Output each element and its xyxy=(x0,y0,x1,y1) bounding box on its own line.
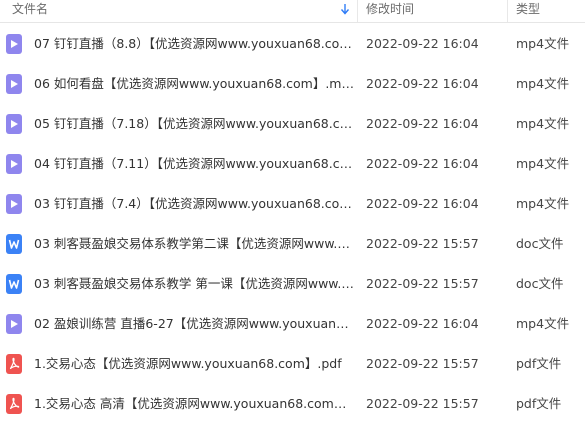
file-row[interactable]: 1.交易心态【优选资源网www.youxuan68.com】.pdf 2022-… xyxy=(0,344,585,384)
file-row[interactable]: 05 钉钉直播（7.18）【优选资源网www.youxuan68.com】.mp… xyxy=(0,104,585,144)
file-modified-date: 2022-09-22 15:57 xyxy=(366,396,479,411)
file-type: mp4文件 xyxy=(516,116,570,131)
file-row[interactable]: 03 钉钉直播（7.4）【优选资源网www.youxuan68.com】.mp4… xyxy=(0,184,585,224)
file-name: 04 钉钉直播（7.11）【优选资源网www.youxuan68.com】.mp… xyxy=(34,156,354,171)
column-divider[interactable] xyxy=(507,0,508,22)
file-type: mp4文件 xyxy=(516,316,570,331)
file-row[interactable]: 07 钉钉直播（8.8）【优选资源网www.youxuan68.com】.mp4… xyxy=(0,24,585,64)
file-type: mp4文件 xyxy=(516,196,570,211)
word-file-icon xyxy=(6,234,22,254)
file-modified-date: 2022-09-22 16:04 xyxy=(366,76,479,91)
file-type: doc文件 xyxy=(516,236,564,251)
file-row[interactable]: 1.交易心态 高清【优选资源网www.youxuan68.com】.pdf 20… xyxy=(0,384,585,424)
file-modified-date: 2022-09-22 15:57 xyxy=(366,276,479,291)
file-name: 07 钉钉直播（8.8）【优选资源网www.youxuan68.com】.mp4 xyxy=(34,36,354,51)
video-file-icon xyxy=(6,74,22,94)
column-header-date[interactable]: 修改时间 xyxy=(366,0,496,22)
file-modified-date: 2022-09-22 15:57 xyxy=(366,356,479,371)
file-type: mp4文件 xyxy=(516,36,570,51)
video-file-icon xyxy=(6,34,22,54)
column-header-type[interactable]: 类型 xyxy=(516,0,576,22)
column-header: 文件名 修改时间 类型 xyxy=(0,0,585,23)
file-modified-date: 2022-09-22 16:04 xyxy=(366,316,479,331)
file-type: mp4文件 xyxy=(516,156,570,171)
file-modified-date: 2022-09-22 16:04 xyxy=(366,156,479,171)
pdf-file-icon xyxy=(6,354,22,374)
column-divider[interactable] xyxy=(357,0,358,22)
file-modified-date: 2022-09-22 16:04 xyxy=(366,36,479,51)
file-row[interactable]: 02 盈娘训练营 直播6-27【优选资源网www.youxuan68.com】.… xyxy=(0,304,585,344)
file-name: 03 钉钉直播（7.4）【优选资源网www.youxuan68.com】.mp4 xyxy=(34,196,354,211)
word-file-icon xyxy=(6,274,22,294)
file-modified-date: 2022-09-22 15:57 xyxy=(366,236,479,251)
file-name: 03 刺客聂盈娘交易体系教学第二课【优选资源网www.youxuan68.com… xyxy=(34,236,354,251)
video-file-icon xyxy=(6,314,22,334)
arrow-down-icon[interactable] xyxy=(339,0,351,18)
video-file-icon xyxy=(6,194,22,214)
file-name: 03 刺客聂盈娘交易体系教学 第一课【优选资源网www.youxuan68.co… xyxy=(34,276,354,291)
file-name: 05 钉钉直播（7.18）【优选资源网www.youxuan68.com】.mp… xyxy=(34,116,354,131)
file-name: 02 盈娘训练营 直播6-27【优选资源网www.youxuan68.com】.… xyxy=(34,316,354,331)
file-name: 1.交易心态【优选资源网www.youxuan68.com】.pdf xyxy=(34,356,342,371)
file-row[interactable]: 03 刺客聂盈娘交易体系教学 第一课【优选资源网www.youxuan68.co… xyxy=(0,264,585,304)
video-file-icon xyxy=(6,114,22,134)
file-list: 07 钉钉直播（8.8）【优选资源网www.youxuan68.com】.mp4… xyxy=(0,24,585,424)
column-header-name[interactable]: 文件名 xyxy=(12,0,352,22)
file-row[interactable]: 04 钉钉直播（7.11）【优选资源网www.youxuan68.com】.mp… xyxy=(0,144,585,184)
pdf-file-icon xyxy=(6,394,22,414)
video-file-icon xyxy=(6,154,22,174)
file-row[interactable]: 06 如何看盘【优选资源网www.youxuan68.com】.mp4 2022… xyxy=(0,64,585,104)
file-type: mp4文件 xyxy=(516,76,570,91)
file-type: doc文件 xyxy=(516,276,564,291)
file-type: pdf文件 xyxy=(516,356,562,371)
file-name: 1.交易心态 高清【优选资源网www.youxuan68.com】.pdf xyxy=(34,396,354,411)
file-modified-date: 2022-09-22 16:04 xyxy=(366,196,479,211)
file-row[interactable]: 03 刺客聂盈娘交易体系教学第二课【优选资源网www.youxuan68.com… xyxy=(0,224,585,264)
file-modified-date: 2022-09-22 16:04 xyxy=(366,116,479,131)
file-type: pdf文件 xyxy=(516,396,562,411)
file-name: 06 如何看盘【优选资源网www.youxuan68.com】.mp4 xyxy=(34,76,354,91)
